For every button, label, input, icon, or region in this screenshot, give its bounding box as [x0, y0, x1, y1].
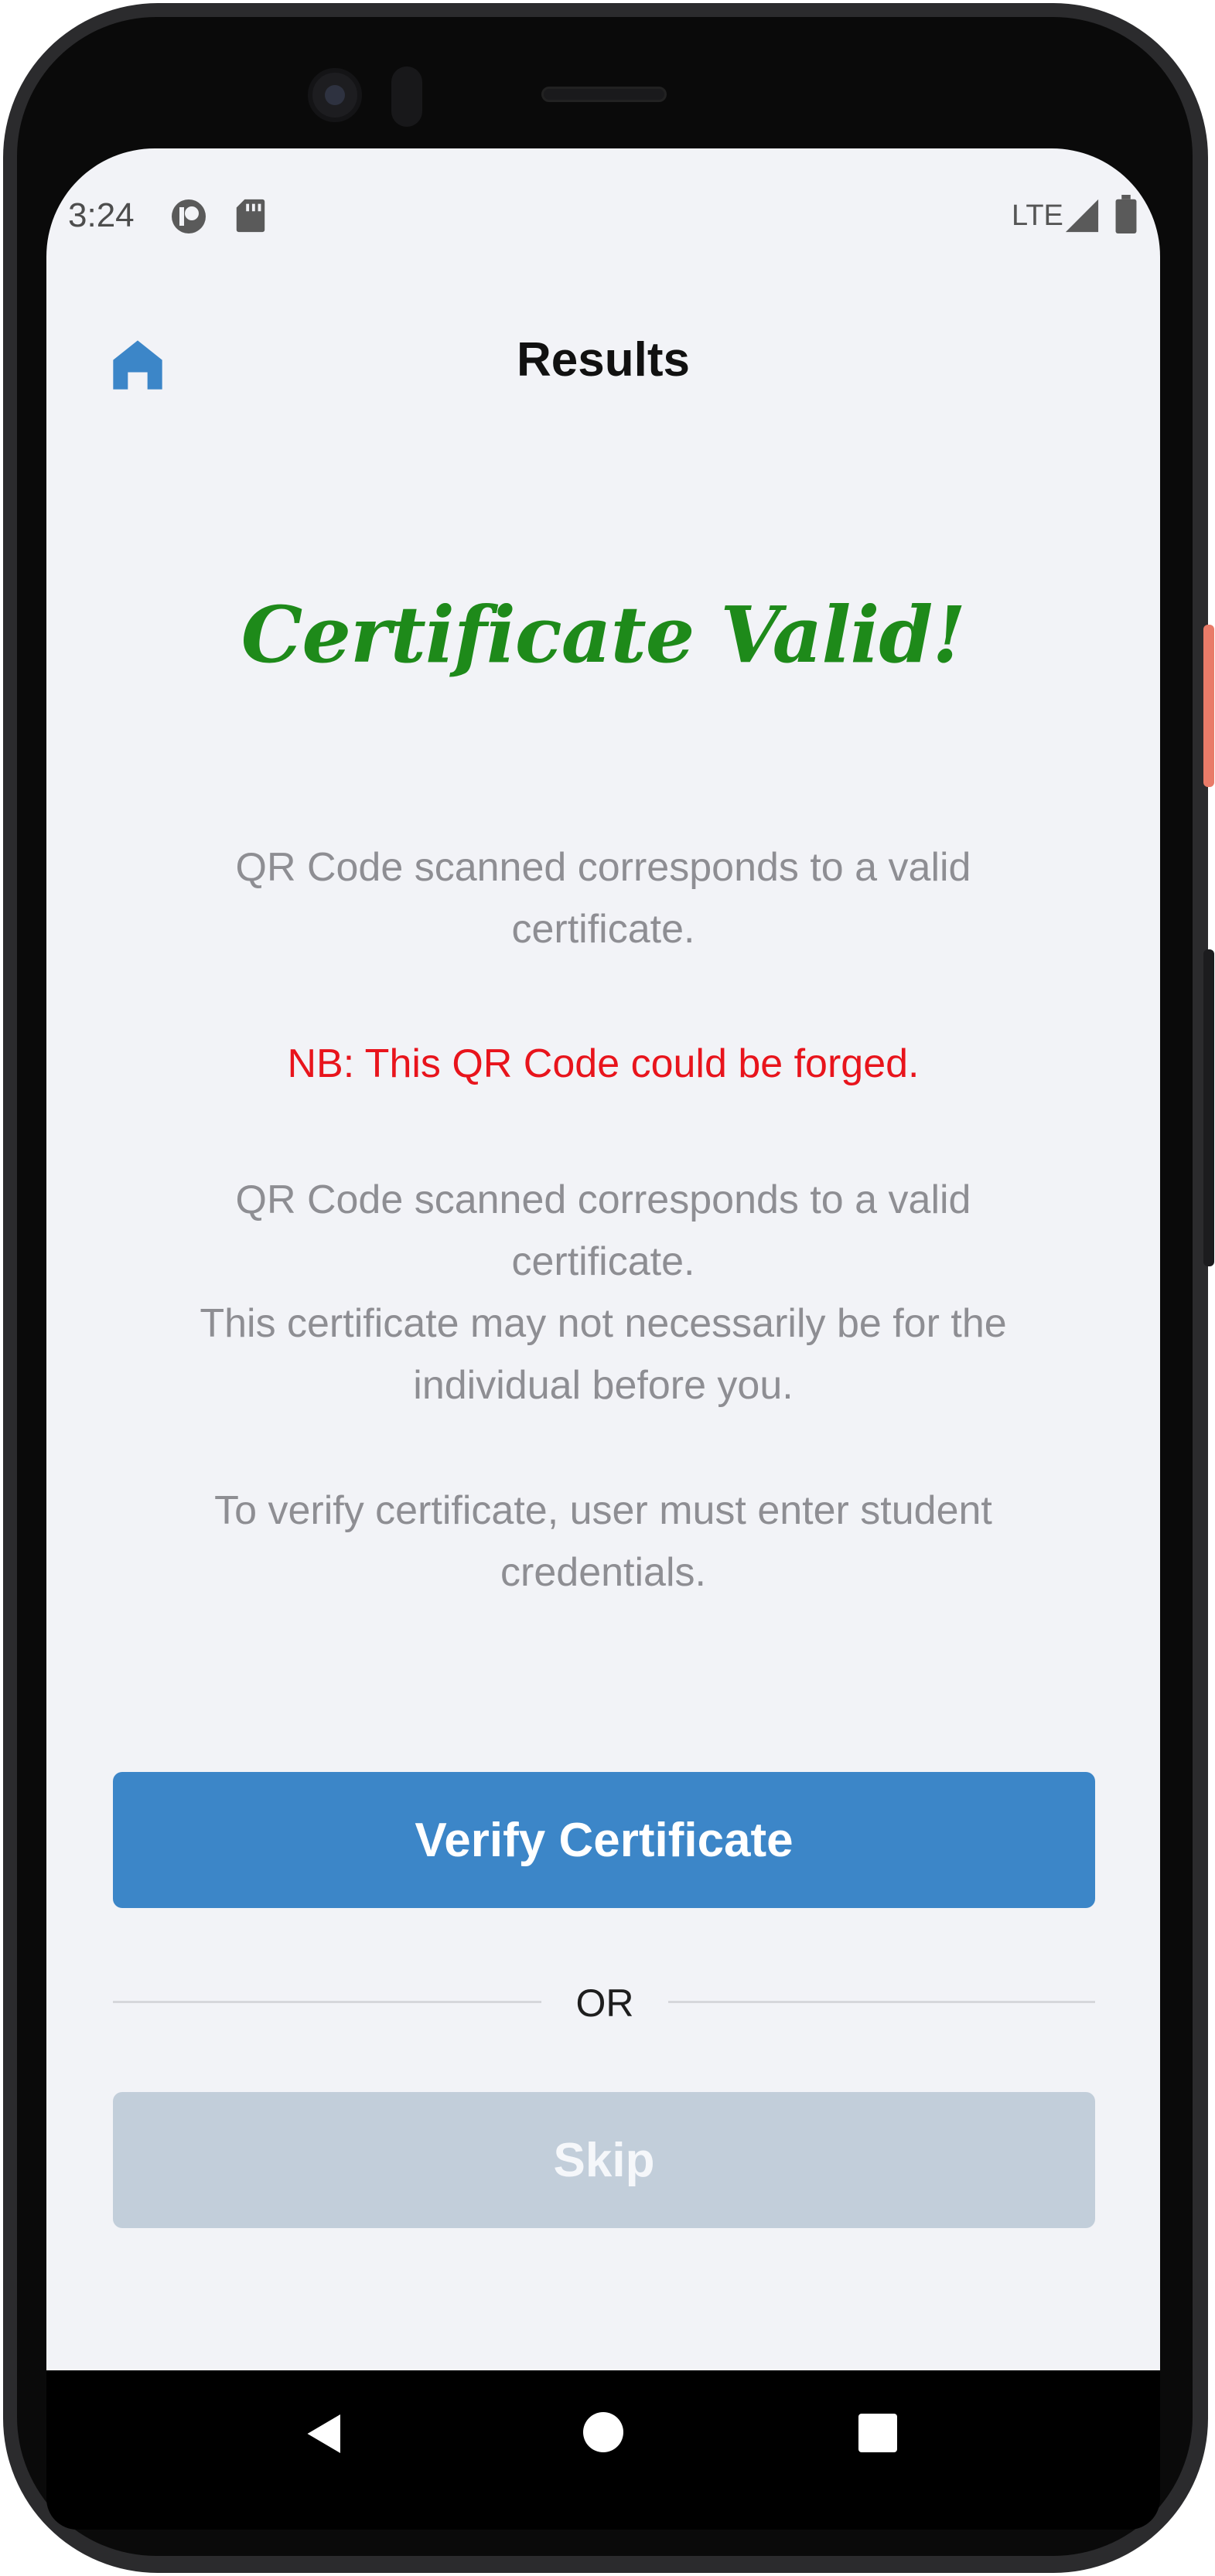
proximity-sensor: [391, 66, 422, 127]
recents-square-icon[interactable]: [858, 2414, 897, 2452]
front-camera: [308, 68, 362, 122]
status-bar: 3:24 LTE: [46, 148, 1160, 288]
notification-app-icon: [172, 199, 206, 233]
earpiece-speaker: [541, 87, 667, 102]
result-message-repeat: QR Code scanned corresponds to a valid c…: [235, 1177, 971, 1284]
skip-button[interactable]: Skip: [113, 2092, 1095, 2228]
home-circle-icon[interactable]: [583, 2412, 623, 2452]
verification-instructions: To verify certificate, user must enter s…: [214, 1488, 992, 1595]
back-triangle-icon[interactable]: [302, 2411, 348, 2457]
divider-right: [668, 2001, 1095, 2003]
network-type: LTE: [1012, 199, 1063, 232]
phone-device: 3:24 LTE Results Certificate Valid! QR C…: [0, 0, 1215, 2576]
divider-left: [113, 2001, 541, 2003]
app-screen: 3:24 LTE Results Certificate Valid! QR C…: [46, 148, 1160, 2370]
result-headline: Certificate Valid!: [241, 589, 966, 680]
page-title: Results: [517, 333, 690, 387]
battery-icon: [1115, 195, 1137, 233]
signal-icon: [1065, 199, 1099, 233]
power-button: [1203, 625, 1214, 787]
verify-certificate-button[interactable]: Verify Certificate: [113, 1772, 1095, 1908]
bottom-bezel: [46, 2499, 1160, 2530]
system-nav-bar: [46, 2370, 1160, 2499]
forgery-warning: NB: This QR Code could be forged.: [287, 1041, 920, 1086]
result-message: QR Code scanned corresponds to a valid c…: [235, 845, 971, 952]
volume-button: [1203, 949, 1214, 1266]
or-separator: OR: [575, 1981, 634, 2025]
identity-disclaimer: This certificate may not necessarily be …: [200, 1301, 1007, 1408]
sd-card-icon: [236, 199, 265, 233]
status-time: 3:24: [68, 196, 135, 234]
